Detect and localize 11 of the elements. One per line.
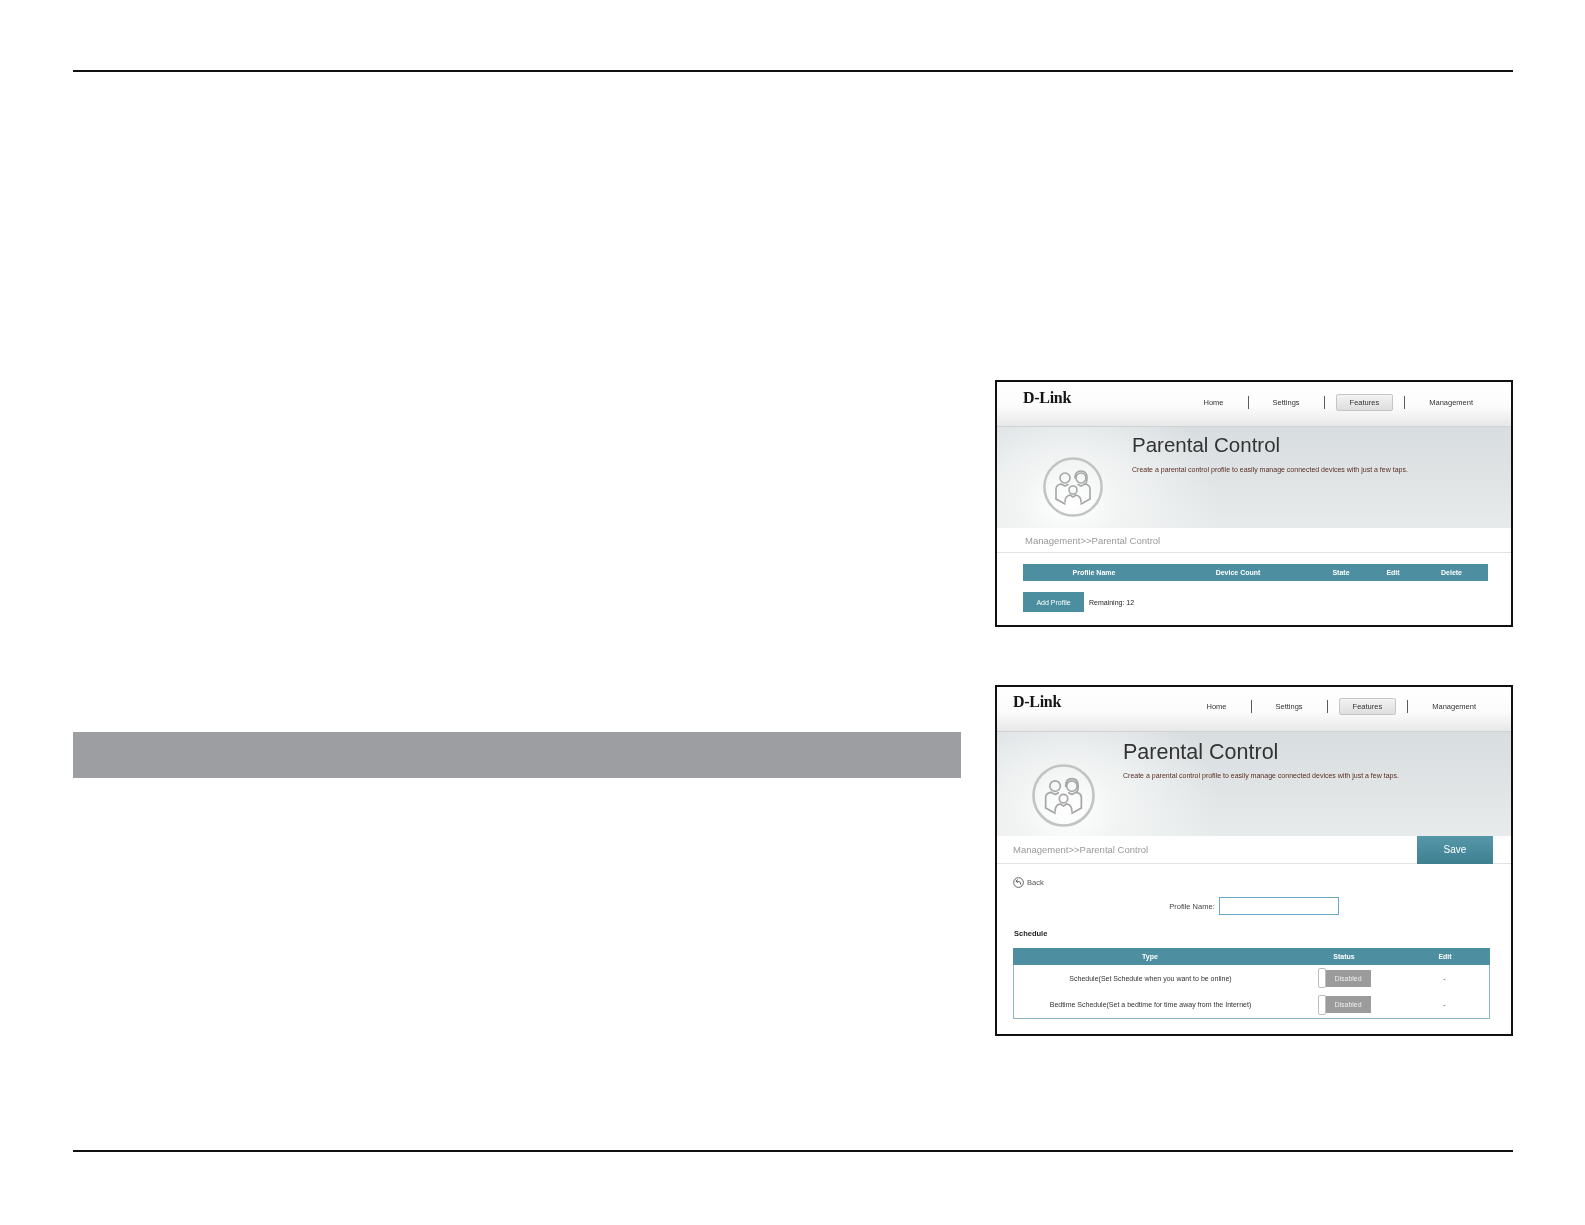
breadcrumb: Management>>Parental Control xyxy=(1025,534,1161,546)
page-title: Parental Control xyxy=(1132,435,1282,456)
breadcrumb: Management>>Parental Control xyxy=(1013,844,1149,855)
save-button[interactable]: Save xyxy=(1417,835,1493,864)
family-icon xyxy=(1032,764,1095,827)
back-arrow-icon xyxy=(1013,877,1024,888)
logo-text: D-Link xyxy=(1013,694,1061,710)
profile-name-field[interactable] xyxy=(1218,897,1339,915)
family-icon xyxy=(1043,457,1103,517)
logo-text: D-Link xyxy=(1023,390,1071,406)
page-title: Parental Control xyxy=(1123,742,1280,764)
